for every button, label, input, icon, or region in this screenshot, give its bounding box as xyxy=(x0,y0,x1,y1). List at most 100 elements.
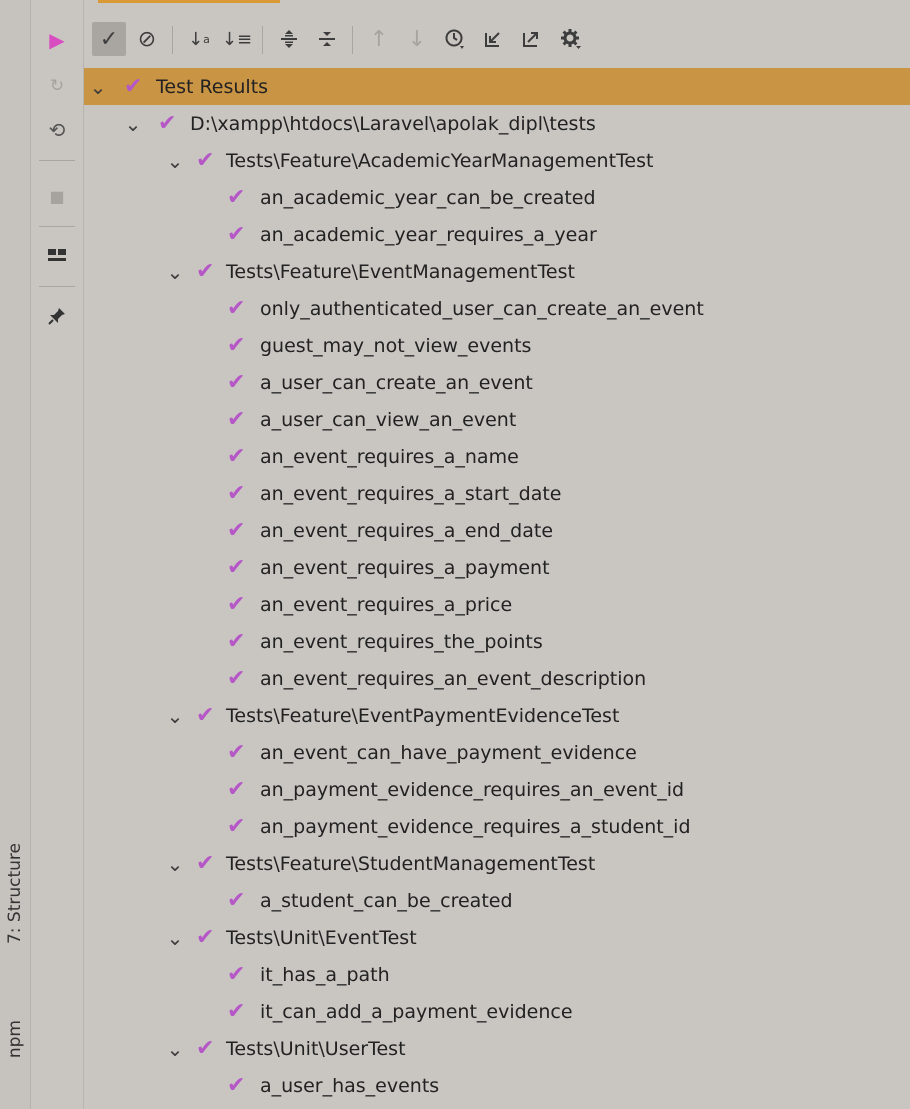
tree-node-label: an_event_requires_a_payment xyxy=(260,556,550,579)
test-passed-check-icon: ✔ xyxy=(227,555,246,580)
toolbar-divider xyxy=(262,26,263,54)
test-case-row[interactable]: ✔ it_has_a_path xyxy=(84,956,910,993)
test-case-row[interactable]: ✔ an_event_requires_a_payment xyxy=(84,549,910,586)
test-case-row[interactable]: ✔ an_event_requires_a_name xyxy=(84,438,910,475)
chevron-down-icon[interactable]: ⌄ xyxy=(166,854,184,874)
pin-icon[interactable] xyxy=(43,302,71,330)
tree-node-label: it_has_a_path xyxy=(260,963,390,986)
test-passed-check-icon: ✔ xyxy=(196,925,215,950)
chevron-down-icon[interactable]: ⌄ xyxy=(166,1039,184,1059)
test-passed-check-icon: ✔ xyxy=(227,518,246,543)
test-case-row[interactable]: ✔ an_event_requires_a_price xyxy=(84,586,910,623)
test-passed-check-icon: ✔ xyxy=(196,703,215,728)
chevron-down-icon[interactable]: ⌄ xyxy=(166,262,184,282)
toolbar-divider xyxy=(39,286,75,287)
chevron-down-icon[interactable]: ⌄ xyxy=(166,706,184,726)
chevron-down-icon[interactable]: ⌄ xyxy=(89,77,107,97)
test-passed-check-icon: ✔ xyxy=(227,740,246,765)
test-case-row[interactable]: ✔ an_event_can_have_payment_evidence xyxy=(84,734,910,771)
stop-icon[interactable]: ■ xyxy=(43,182,71,210)
test-case-row[interactable]: ✔ a_student_can_be_created xyxy=(84,882,910,919)
show-ignored-icon[interactable]: ⊘ xyxy=(130,22,164,56)
test-case-row[interactable]: ✔ a_user_can_view_an_event xyxy=(84,401,910,438)
tree-node-label: an_academic_year_can_be_created xyxy=(260,186,596,209)
test-passed-check-icon: ✔ xyxy=(227,1073,246,1098)
import-tests-icon[interactable] xyxy=(476,22,510,56)
test-passed-check-icon: ✔ xyxy=(227,370,246,395)
toolbar-divider xyxy=(39,226,75,227)
test-suite-row[interactable]: ⌄ ✔ D:\xampp\htdocs\Laravel\apolak_dipl\te… xyxy=(84,105,910,142)
export-tests-icon[interactable] xyxy=(514,22,548,56)
chevron-down-icon[interactable]: ⌄ xyxy=(166,151,184,171)
npm-tab-label: npm xyxy=(5,1019,25,1059)
test-history-icon[interactable] xyxy=(438,22,472,56)
tree-node-label: an_event_requires_a_price xyxy=(260,593,513,616)
test-case-row[interactable]: ✔ a_user_can_create_an_event xyxy=(84,364,910,401)
tree-node-label: a_user_has_events xyxy=(260,1074,440,1097)
expand-all-icon[interactable] xyxy=(272,22,306,56)
structure-tab-label: 7: Structure xyxy=(5,843,25,945)
test-passed-check-icon: ✔ xyxy=(227,444,246,469)
toggle-auto-test-icon[interactable]: ⟲ xyxy=(43,116,71,144)
test-passed-check-icon: ✔ xyxy=(158,111,177,136)
settings-icon[interactable] xyxy=(554,22,588,56)
run-icon[interactable]: ▶ xyxy=(43,26,71,54)
test-case-row[interactable]: ✔ guest_may_not_view_events xyxy=(84,327,910,364)
sort-by-duration-icon[interactable]: ↓≡ xyxy=(220,22,254,56)
test-suite-row[interactable]: ⌄ ✔ Tests\Feature\AcademicYearManagementTe… xyxy=(84,142,910,179)
tree-node-label: guest_may_not_view_events xyxy=(260,334,532,357)
test-passed-check-icon: ✔ xyxy=(227,592,246,617)
test-case-row[interactable]: ✔ an_event_requires_a_end_date xyxy=(84,512,910,549)
test-suite-row[interactable]: ⌄ ✔ Tests\Feature\EventPaymentEvidenceTest xyxy=(84,697,910,734)
toolbar-divider xyxy=(352,26,353,54)
tree-node-label: it_can_add_a_payment_evidence xyxy=(260,1000,573,1023)
previous-failed-icon[interactable]: ↑ xyxy=(362,22,396,56)
test-passed-check-icon: ✔ xyxy=(227,888,246,913)
tree-node-label: an_event_can_have_payment_evidence xyxy=(260,741,637,764)
show-passed-icon[interactable]: ✓ xyxy=(92,22,126,56)
test-case-row[interactable]: ✔ an_event_requires_a_start_date xyxy=(84,475,910,512)
test-suite-row[interactable]: ⌄ ✔ Tests\Unit\EventTest xyxy=(84,919,910,956)
test-case-row[interactable]: ✔ an_academic_year_requires_a_year xyxy=(84,216,910,253)
tree-node-label: an_event_requires_a_end_date xyxy=(260,519,554,542)
test-passed-check-icon: ✔ xyxy=(227,814,246,839)
tree-node-label: a_user_can_create_an_event xyxy=(260,371,533,394)
collapse-all-icon[interactable] xyxy=(310,22,344,56)
test-case-row[interactable]: ✔ an_academic_year_can_be_created xyxy=(84,179,910,216)
chevron-down-icon[interactable]: ⌄ xyxy=(124,114,142,134)
tree-node-label: a_student_can_be_created xyxy=(260,889,513,912)
test-passed-check-icon: ✔ xyxy=(227,962,246,987)
tree-node-label: Tests\Feature\AcademicYearManagementTest xyxy=(226,149,654,172)
test-case-row[interactable]: ✔ an_payment_evidence_requires_an_event_i… xyxy=(84,771,910,808)
test-results-root-row[interactable]: ⌄ ✔ Test Results xyxy=(84,68,910,105)
test-suite-row[interactable]: ⌄ ✔ Tests\Feature\EventManagementTest xyxy=(84,253,910,290)
test-case-row[interactable]: ✔ an_payment_evidence_requires_a_student_… xyxy=(84,808,910,845)
test-results-tree: ⌄ ✔ Test Results ⌄ ✔ D:\xampp\htdocs\Laravel\… xyxy=(84,68,910,1104)
active-tab-accent xyxy=(98,0,280,3)
npm-tool-tab[interactable]: npm xyxy=(2,996,28,1082)
test-suite-row[interactable]: ⌄ ✔ Tests\Unit\UserTest xyxy=(84,1030,910,1067)
chevron-down-icon[interactable]: ⌄ xyxy=(166,928,184,948)
test-case-row[interactable]: ✔ an_event_requires_the_points xyxy=(84,623,910,660)
test-case-row[interactable]: ✔ it_can_add_a_payment_evidence xyxy=(84,993,910,1030)
test-case-row[interactable]: ✔ only_authenticated_user_can_create_an_e… xyxy=(84,290,910,327)
layout-icon[interactable] xyxy=(43,242,71,270)
tree-node-label: Tests\Unit\EventTest xyxy=(226,926,417,949)
tree-node-label: an_event_requires_the_points xyxy=(260,630,543,653)
test-passed-check-icon: ✔ xyxy=(227,185,246,210)
test-passed-check-icon: ✔ xyxy=(227,222,246,247)
test-passed-check-icon: ✔ xyxy=(227,296,246,321)
next-failed-icon[interactable]: ↓ xyxy=(400,22,434,56)
tree-node-label: a_user_can_view_an_event xyxy=(260,408,517,431)
rerun-failed-icon[interactable]: ↻ xyxy=(43,72,71,100)
test-passed-check-icon: ✔ xyxy=(227,629,246,654)
tree-node-label: an_event_requires_a_name xyxy=(260,445,519,468)
test-passed-check-icon: ✔ xyxy=(124,74,143,99)
test-passed-check-icon: ✔ xyxy=(196,851,215,876)
toolbar-divider xyxy=(39,160,75,161)
test-suite-row[interactable]: ⌄ ✔ Tests\Feature\StudentManagementTest xyxy=(84,845,910,882)
test-case-row[interactable]: ✔ a_user_has_events xyxy=(84,1067,910,1104)
test-case-row[interactable]: ✔ an_event_requires_an_event_description xyxy=(84,660,910,697)
structure-tool-tab[interactable]: 7: Structure xyxy=(2,818,28,970)
sort-alphabetically-icon[interactable]: ↓ a xyxy=(182,22,216,56)
